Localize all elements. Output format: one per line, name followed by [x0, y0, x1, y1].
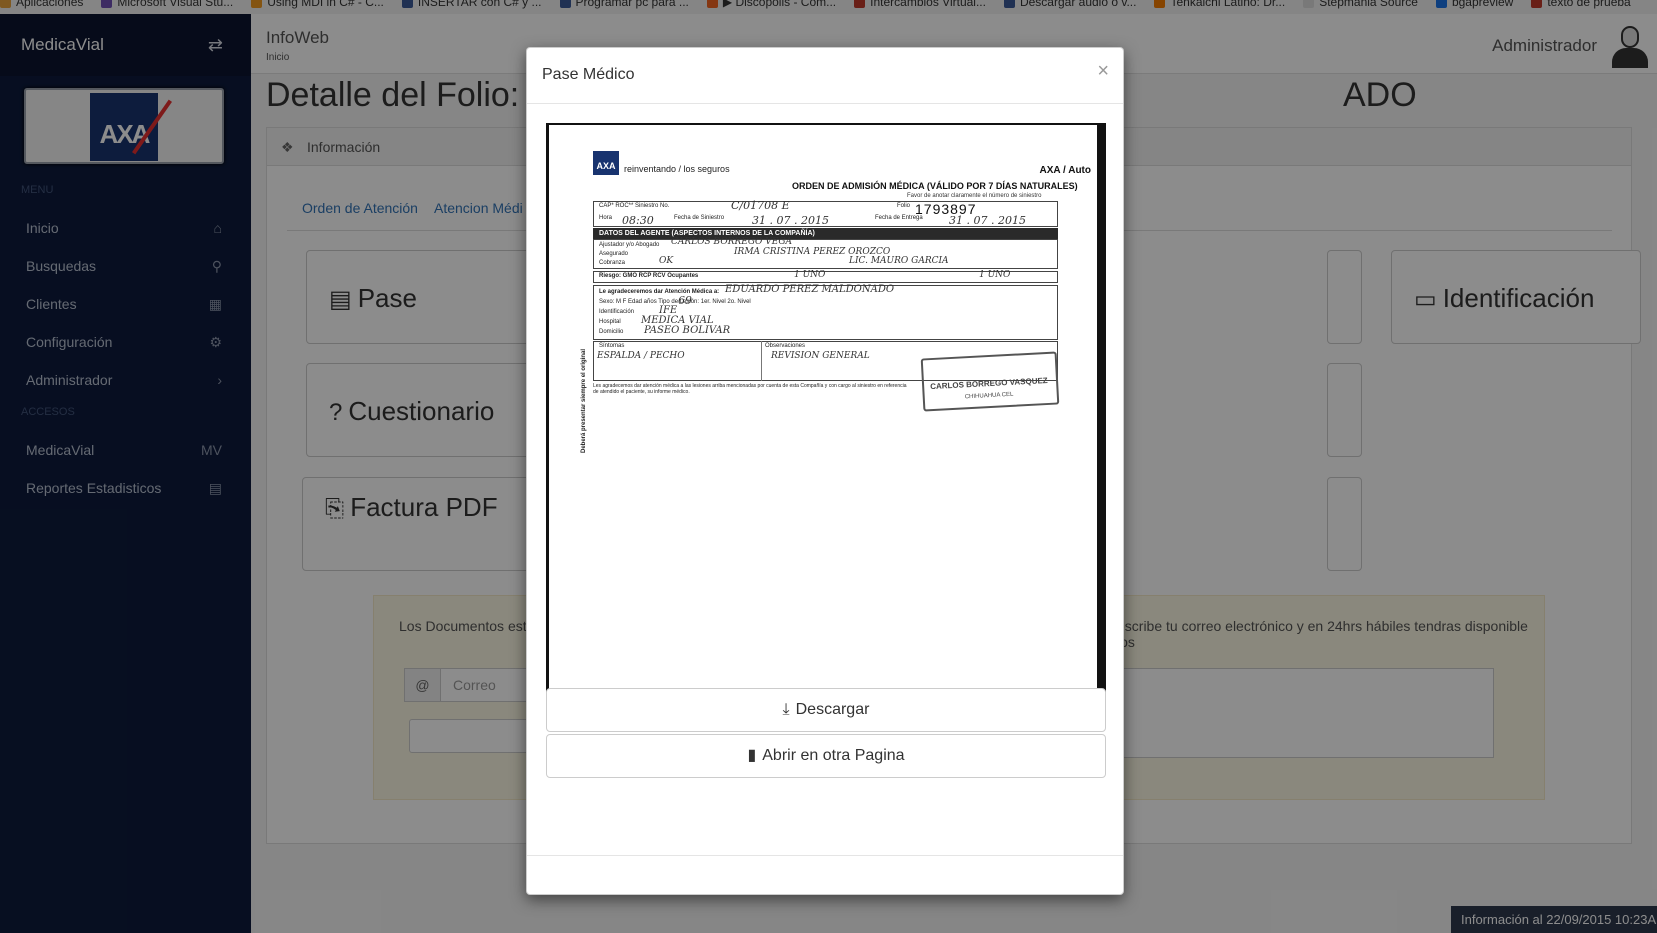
doc-brand-right: AXA / Auto: [1039, 165, 1091, 176]
doc-asegurado-label: Asegurado: [599, 251, 629, 257]
doc-divider: [761, 341, 762, 381]
file-icon: ▮: [747, 747, 757, 764]
doc-sintomas-label: Síntomas: [599, 343, 625, 349]
doc-hora: 08:30: [622, 214, 654, 227]
doc-siniestro: C/01708 E: [731, 199, 790, 212]
pase-medico-modal: Pase Médico × AXA reinventando / los seg…: [526, 47, 1124, 895]
doc-hora-label: Hora: [599, 215, 613, 221]
doc-atencion-label: Le agradeceremos dar Atención Médica a:: [599, 289, 720, 295]
doc-autorizo: LIC. MAURO GARCIA: [849, 256, 949, 266]
doc-subheading: Favor de anotar claramente el número de …: [907, 193, 1042, 199]
modal-header: Pase Médico ×: [527, 48, 1123, 104]
doc-ajustador-label: Ajustador y/o Abogado: [599, 242, 660, 248]
doc-cobranza: OK: [659, 256, 674, 266]
doc-folio-label: Folio: [897, 203, 911, 209]
doc-stamp-name: CARLOS BORREGO VASQUEZ: [929, 375, 1048, 392]
doc-ajustador: CARLOS BORREGO VEGA: [671, 237, 793, 247]
doc-footer: Les agradecemos dar atención médica a la…: [593, 383, 907, 395]
modal-footer: [527, 855, 1123, 856]
open-new-page-button[interactable]: ▮ Abrir en otra Pagina: [546, 734, 1106, 778]
doc-fecha-sin: 31 . 07 . 2015: [752, 214, 829, 227]
doc-riesgo: Riesgo: GMO RCP RCV Ocupantes: [599, 273, 699, 279]
doc-hospital-label: Hospital: [599, 319, 621, 325]
modal-title: Pase Médico: [542, 66, 635, 83]
close-icon[interactable]: ×: [1097, 60, 1109, 83]
doc-ident-label: Identificación: [599, 309, 635, 315]
doc-fecha-sin-label: Fecha de Siniestro: [674, 215, 725, 221]
doc-fecha-ent: 31 . 07 . 2015: [949, 214, 1026, 227]
doc-cobranza-label: Cobranza: [599, 260, 626, 266]
doc-domicilio-label: Domicilio: [599, 329, 624, 335]
doc-stamp-sub: CHIHUAHUA CEL: [964, 391, 1014, 401]
download-icon: ⤓: [782, 701, 790, 718]
doc-brand: reinventando / los seguros: [624, 164, 730, 174]
download-label: Descargar: [795, 701, 870, 718]
doc-heading: ORDEN DE ADMISIÓN MÉDICA (VÁLIDO POR 7 D…: [792, 181, 1078, 191]
doc-lesionados: 1 UNO: [979, 270, 1011, 280]
doc-fecha-ent-label: Fecha de Entrega: [875, 215, 923, 221]
doc-domicilio: PASEO BOLIVAR: [644, 325, 731, 336]
scanned-document: AXA reinventando / los seguros AXA / Aut…: [546, 123, 1106, 728]
doc-ocupantes: 1 UNO: [794, 270, 826, 280]
doc-stamp: CARLOS BORREGO VASQUEZ CHIHUAHUA CEL: [920, 351, 1060, 412]
doc-side-note: Deberá presentar siempre el original: [581, 348, 587, 453]
download-button[interactable]: ⤓ Descargar: [546, 688, 1106, 732]
doc-axa-logo: AXA: [593, 151, 619, 175]
doc-edad: 69: [678, 294, 692, 307]
doc-agent-bar: DATOS DEL AGENTE (ASPECTOS INTERNOS DE L…: [593, 228, 1058, 239]
doc-paciente: EDUARDO PEREZ MALDONADO: [725, 284, 895, 295]
doc-sintomas: ESPALDA / PECHO: [597, 351, 685, 361]
open-label: Abrir en otra Pagina: [762, 747, 905, 764]
doc-row1: CAP* ROC** Siniestro No.: [599, 203, 670, 209]
doc-obs: REVISION GENERAL: [771, 351, 870, 361]
doc-obs-label: Observaciones: [765, 343, 806, 349]
